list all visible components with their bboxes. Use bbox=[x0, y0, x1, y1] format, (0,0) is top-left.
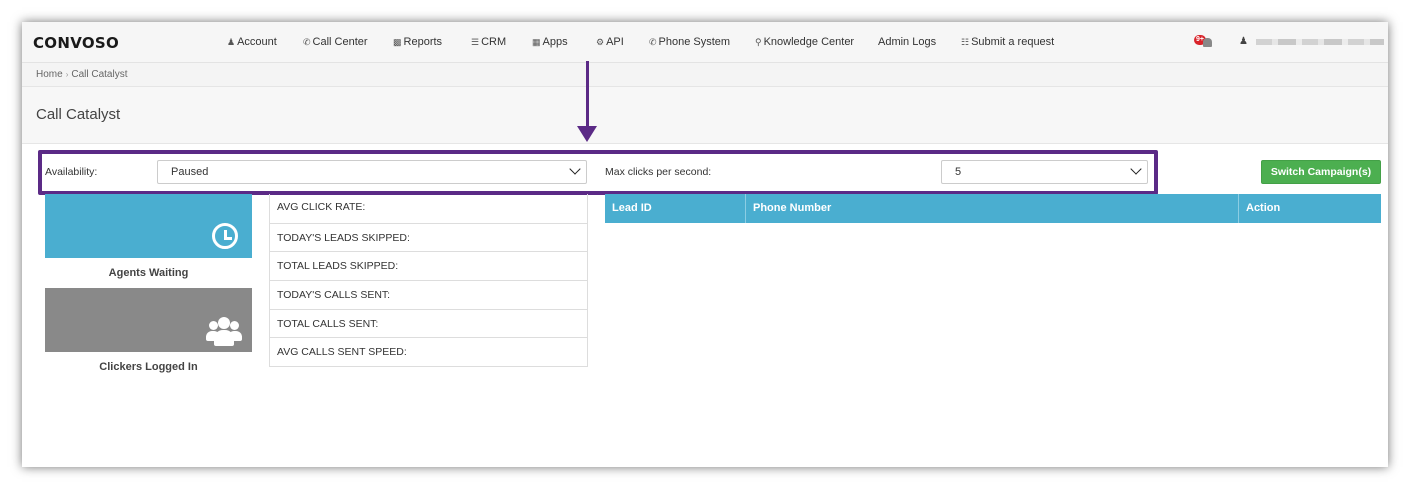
clock-icon bbox=[212, 223, 238, 249]
nav-knowledge-center[interactable]: ⚲ Knowledge Center bbox=[755, 36, 854, 48]
user-menu[interactable]: ♟ bbox=[1239, 36, 1248, 47]
stat-todays-leads-skipped: TODAY'S LEADS SKIPPED: bbox=[270, 222, 587, 252]
leads-table-header: Lead ID Phone Number Action bbox=[605, 194, 1381, 223]
app-window: CONVOSO ♟ Account ✆ Call Center ▩ Reports ☰… bbox=[22, 22, 1388, 467]
nav-submit-request[interactable]: ☷ Submit a request bbox=[961, 36, 1054, 48]
column-phone-number[interactable]: Phone Number bbox=[746, 194, 1239, 223]
chevron-down-icon bbox=[1130, 163, 1142, 175]
stat-todays-calls-sent: TODAY'S CALLS SENT: bbox=[270, 280, 587, 309]
chevron-right-icon: › bbox=[65, 70, 69, 79]
agents-waiting-caption: Agents Waiting bbox=[108, 267, 189, 279]
clickers-logged-in-tile bbox=[45, 288, 252, 352]
chevron-down-icon bbox=[569, 163, 581, 175]
nav-apps[interactable]: ▦ Apps bbox=[532, 36, 568, 48]
nav-admin-logs[interactable]: Admin Logs bbox=[878, 36, 936, 48]
clickers-logged-in-caption: Clickers Logged In bbox=[99, 361, 198, 373]
bell-icon bbox=[1203, 38, 1212, 47]
lightbulb-icon: ⚲ bbox=[755, 37, 762, 47]
availability-label: Availability: bbox=[45, 166, 98, 178]
breadcrumb: Home › Call Catalyst bbox=[22, 63, 1388, 87]
nav-crm[interactable]: ☰ CRM bbox=[471, 36, 506, 48]
ticket-icon: ☷ bbox=[961, 37, 970, 47]
column-lead-id[interactable]: Lead ID bbox=[605, 194, 746, 223]
top-navigation: CONVOSO ♟ Account ✆ Call Center ▩ Reports ☰… bbox=[22, 22, 1388, 63]
column-action[interactable]: Action bbox=[1239, 194, 1381, 223]
nav-call-center[interactable]: ✆ Call Center bbox=[303, 36, 368, 48]
bar-chart-icon: ▩ bbox=[393, 37, 402, 47]
users-icon bbox=[206, 316, 242, 346]
switch-campaigns-button[interactable]: Switch Campaign(s) bbox=[1261, 160, 1381, 184]
phone-icon: ✆ bbox=[303, 37, 311, 47]
breadcrumb-home[interactable]: Home bbox=[36, 69, 63, 80]
annotation-arrow-line bbox=[586, 61, 589, 131]
user-icon: ♟ bbox=[1239, 36, 1248, 47]
stat-total-calls-sent: TOTAL CALLS SENT: bbox=[270, 308, 587, 338]
stat-total-leads-skipped: TOTAL LEADS SKIPPED: bbox=[270, 251, 587, 280]
annotation-arrow-head bbox=[577, 126, 597, 142]
availability-select[interactable]: Paused bbox=[157, 160, 587, 184]
page-title: Call Catalyst bbox=[36, 106, 121, 123]
stat-avg-click-rate: AVG CLICK RATE: bbox=[277, 201, 366, 213]
redacted-username bbox=[1256, 39, 1384, 45]
notifications-button[interactable]: 9+ bbox=[1194, 35, 1216, 49]
user-icon: ♟ bbox=[227, 37, 236, 47]
breadcrumb-current: Call Catalyst bbox=[71, 69, 128, 80]
max-clicks-label: Max clicks per second: bbox=[605, 166, 712, 178]
stat-avg-calls-sent-speed: AVG CALLS SENT SPEED: bbox=[270, 337, 587, 366]
phone-icon: ✆ bbox=[649, 37, 657, 47]
convoso-logo[interactable]: CONVOSO bbox=[33, 34, 119, 52]
page-header: Call Catalyst bbox=[22, 87, 1388, 144]
list-icon: ☰ bbox=[471, 37, 480, 47]
grid-icon: ▦ bbox=[532, 37, 541, 47]
nav-phone-system[interactable]: ✆ Phone System bbox=[649, 36, 730, 48]
nav-account[interactable]: ♟ Account bbox=[227, 36, 277, 48]
nav-api[interactable]: ⚙ API bbox=[596, 36, 624, 48]
nav-reports[interactable]: ▩ Reports bbox=[393, 36, 442, 48]
agents-waiting-tile bbox=[45, 194, 252, 258]
gear-icon: ⚙ bbox=[596, 37, 605, 47]
max-clicks-select[interactable]: 5 bbox=[941, 160, 1148, 184]
stats-panel: AVG CLICK RATE: TODAY'S LEADS SKIPPED: T… bbox=[269, 194, 588, 368]
